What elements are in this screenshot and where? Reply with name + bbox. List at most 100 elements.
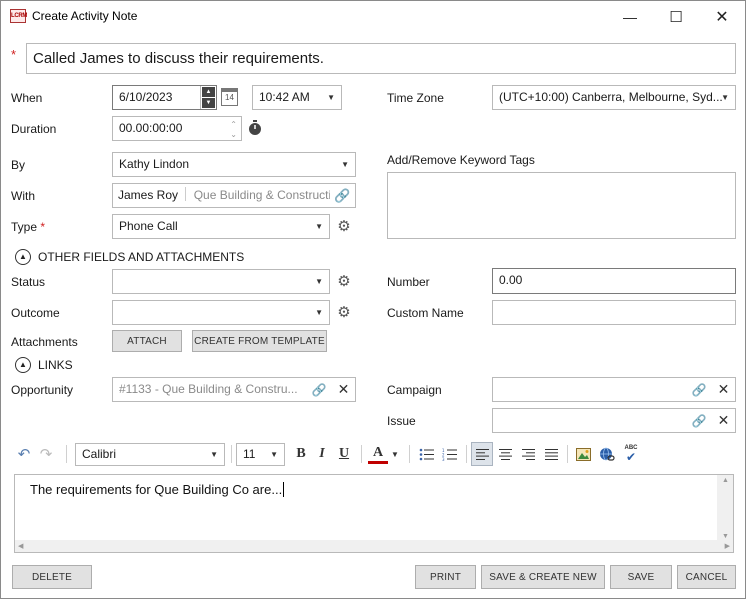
time-zone-label: Time Zone [387, 91, 444, 105]
type-settings-gear-icon[interactable]: ⚙ [335, 216, 353, 236]
clear-icon[interactable]: ✕ [712, 409, 735, 432]
date-down-icon[interactable]: ▼ [202, 98, 215, 108]
font-color-button[interactable]: A [368, 444, 388, 464]
link-icon[interactable]: 🔗 [330, 184, 355, 207]
status-label: Status [11, 275, 46, 289]
close-icon: ✕ [715, 8, 729, 26]
window-title: Create Activity Note [32, 9, 138, 23]
chevron-down-icon: ▼ [721, 93, 729, 102]
cancel-button[interactable]: CANCEL [677, 565, 736, 589]
subject-input[interactable]: Called James to discuss their requiremen… [26, 43, 736, 74]
calendar-icon[interactable]: 14 [221, 88, 238, 106]
link-icon[interactable]: 🔗 [307, 378, 331, 401]
note-body-text: The requirements for Que Building Co are… [30, 482, 283, 497]
maximize-button[interactable]: ☐ [653, 1, 699, 32]
opportunity-value: #1133 - Que Building & Constru... [119, 382, 298, 396]
spellcheck-button[interactable]: ABC ✔ [619, 442, 643, 466]
save-and-create-new-button[interactable]: SAVE & CREATE NEW [481, 565, 605, 589]
link-icon[interactable]: 🔗 [687, 378, 711, 401]
insert-hyperlink-icon[interactable] [596, 442, 618, 466]
by-value: Kathy Lindon [119, 157, 190, 171]
status-settings-gear-icon[interactable]: ⚙ [335, 271, 353, 291]
delete-button[interactable]: DELETE [12, 565, 92, 589]
underline-button[interactable]: U [334, 442, 354, 466]
undo-icon[interactable]: ↶ [13, 442, 35, 466]
text-cursor [283, 482, 285, 497]
duration-value: 00.00:00:00 [119, 121, 183, 135]
chevron-down-icon: ▼ [315, 308, 323, 317]
time-zone-select[interactable]: (UTC+10:00) Canberra, Melbourne, Syd... … [492, 85, 736, 110]
stopwatch-icon[interactable] [246, 119, 264, 137]
type-required-marker: * [40, 220, 46, 234]
font-family-value: Calibri [82, 447, 117, 461]
outcome-label: Outcome [11, 306, 60, 320]
chevron-down-icon[interactable]: ▼ [389, 442, 401, 466]
custom-name-input[interactable] [492, 300, 736, 325]
type-value: Phone Call [119, 219, 178, 233]
number-input[interactable]: 0.00 [492, 268, 736, 294]
type-select[interactable]: Phone Call ▼ [112, 214, 330, 239]
print-button[interactable]: PRINT [415, 565, 476, 589]
link-icon[interactable]: 🔗 [687, 409, 711, 432]
formatting-toolbar: ↶ ↷ Calibri ▼ 11 ▼ B I U A ▼ 123 ABC ✔ [11, 442, 737, 468]
justify-icon[interactable] [540, 442, 562, 466]
outcome-select[interactable]: ▼ [112, 300, 330, 325]
with-label: With [11, 189, 35, 203]
maximize-icon: ☐ [669, 8, 683, 26]
bold-button[interactable]: B [291, 442, 311, 466]
time-select[interactable]: 10:42 AM ▼ [252, 85, 342, 110]
clear-icon[interactable]: ✕ [712, 378, 735, 401]
by-select[interactable]: Kathy Lindon ▼ [112, 152, 356, 177]
close-button[interactable]: ✕ [699, 1, 745, 32]
scroll-left-icon[interactable]: ◀ [18, 542, 23, 550]
duration-input[interactable]: 00.00:00:00 ⌃ ⌄ [112, 116, 242, 141]
vertical-scrollbar[interactable]: ▲ ▼ [717, 475, 733, 540]
with-input[interactable]: James Roy Que Building & Constructic [112, 183, 356, 208]
scroll-up-icon[interactable]: ▲ [722, 477, 729, 484]
outcome-settings-gear-icon[interactable]: ⚙ [335, 302, 353, 322]
date-up-icon[interactable]: ▲ [202, 87, 215, 97]
collapse-other-fields-icon[interactable]: ▲ [15, 249, 31, 265]
custom-name-label: Custom Name [387, 306, 464, 320]
font-size-select[interactable]: 11 ▼ [236, 443, 285, 466]
minimize-button[interactable]: — [607, 1, 653, 32]
duration-down-icon[interactable]: ⌄ [230, 123, 237, 140]
svg-text:3: 3 [442, 457, 445, 461]
scroll-down-icon[interactable]: ▼ [722, 533, 729, 540]
insert-image-icon[interactable] [572, 442, 594, 466]
bullet-list-icon[interactable] [415, 442, 437, 466]
with-company: Que Building & Constructic [193, 188, 338, 202]
font-size-value: 11 [243, 447, 256, 461]
note-body-editor[interactable]: The requirements for Que Building Co are… [14, 474, 734, 553]
check-icon: ✔ [625, 450, 637, 464]
create-activity-note-window: LCRM Create Activity Note — ☐ ✕ * Called… [0, 0, 746, 599]
align-left-icon[interactable] [471, 442, 493, 466]
keyword-tags-input[interactable] [387, 172, 736, 239]
scroll-right-icon[interactable]: ▶ [725, 542, 730, 550]
font-family-select[interactable]: Calibri ▼ [75, 443, 225, 466]
save-button[interactable]: SAVE [610, 565, 672, 589]
other-fields-section-header[interactable]: OTHER FIELDS AND ATTACHMENTS [38, 250, 244, 264]
align-center-icon[interactable] [494, 442, 516, 466]
italic-button[interactable]: I [312, 442, 332, 466]
create-from-template-button[interactable]: CREATE FROM TEMPLATE [192, 330, 327, 352]
clear-icon[interactable]: ✕ [332, 378, 355, 401]
attachments-label: Attachments [11, 335, 78, 349]
title-bar: LCRM Create Activity Note — ☐ ✕ [1, 1, 745, 32]
redo-icon[interactable]: ↷ [35, 442, 57, 466]
horizontal-scrollbar[interactable]: ◀ ▶ [15, 540, 733, 552]
attach-button[interactable]: ATTACH [112, 330, 182, 352]
align-right-icon[interactable] [517, 442, 539, 466]
collapse-links-icon[interactable]: ▲ [15, 357, 31, 373]
date-spinner[interactable]: ▲ ▼ [200, 86, 216, 109]
opportunity-label: Opportunity [11, 383, 74, 397]
links-section-header[interactable]: LINKS [38, 358, 73, 372]
chevron-down-icon: ▼ [270, 450, 278, 459]
app-icon: LCRM [10, 9, 27, 23]
chevron-down-icon: ▼ [315, 277, 323, 286]
chevron-down-icon: ▼ [327, 93, 335, 102]
status-select[interactable]: ▼ [112, 269, 330, 294]
number-label: Number [387, 275, 430, 289]
numbered-list-icon[interactable]: 123 [438, 442, 460, 466]
when-label: When [11, 91, 43, 105]
